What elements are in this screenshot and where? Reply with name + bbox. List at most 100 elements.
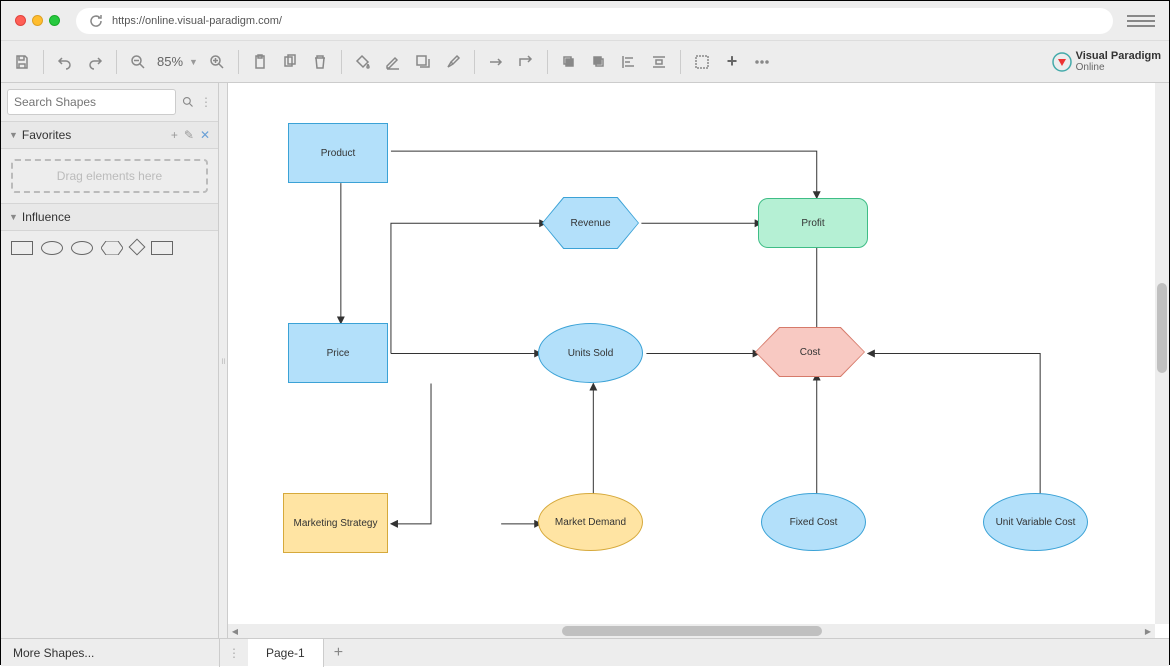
undo-icon (57, 54, 73, 70)
close-window-button[interactable] (15, 15, 26, 26)
connection-style-button[interactable] (483, 49, 509, 75)
zoom-out-button[interactable] (125, 49, 151, 75)
node-units-sold[interactable]: Units Sold (538, 323, 643, 383)
zoom-in-icon (209, 54, 225, 70)
zoom-dropdown-icon[interactable]: ▼ (189, 57, 198, 67)
url-text: https://online.visual-paradigm.com/ (112, 15, 282, 27)
favorites-dropzone[interactable]: Drag elements here (11, 159, 208, 193)
delete-button[interactable] (307, 49, 333, 75)
align-icon (621, 54, 637, 70)
shapes-sidebar: ⋮ ▼ Favorites + ✎ ✕ Drag elements here ▼… (1, 83, 219, 638)
line-color-button[interactable] (380, 49, 406, 75)
back-icon (591, 54, 607, 70)
orthogonal-icon (518, 54, 534, 70)
to-front-button[interactable] (556, 49, 582, 75)
save-button[interactable] (9, 49, 35, 75)
add-favorite-icon[interactable]: + (171, 128, 178, 142)
fill-color-button[interactable] (350, 49, 376, 75)
palette-ellipse[interactable] (41, 241, 63, 255)
shadow-button[interactable] (410, 49, 436, 75)
page-grip-icon[interactable]: ⋮ (220, 646, 248, 660)
trash-icon (312, 54, 328, 70)
bucket-icon (355, 54, 371, 70)
fit-button[interactable] (689, 49, 715, 75)
node-fixed-cost[interactable]: Fixed Cost (761, 493, 866, 551)
node-revenue[interactable]: Revenue (543, 198, 638, 248)
palette-diamond[interactable] (129, 239, 146, 256)
page-tab-1[interactable]: Page-1 (248, 639, 324, 667)
to-back-button[interactable] (586, 49, 612, 75)
waypoint-style-button[interactable] (513, 49, 539, 75)
scroll-left-icon[interactable]: ◀ (228, 624, 242, 638)
window-controls (15, 15, 60, 26)
search-shapes-input[interactable] (7, 89, 176, 115)
paste-button[interactable] (247, 49, 273, 75)
palette-rectangle[interactable] (11, 241, 33, 255)
node-price[interactable]: Price (288, 323, 388, 383)
fit-icon (694, 54, 710, 70)
front-icon (561, 54, 577, 70)
influence-label: Influence (22, 210, 210, 224)
redo-button[interactable] (82, 49, 108, 75)
logo-icon (1052, 52, 1072, 72)
dots-icon (754, 54, 770, 70)
zoom-level[interactable]: 85% (157, 54, 183, 69)
add-page-button[interactable]: + (324, 644, 353, 662)
palette-hexagon[interactable] (101, 241, 123, 255)
brand-logo[interactable]: Visual ParadigmOnline (1052, 50, 1161, 73)
more-shapes-button[interactable]: More Shapes... (1, 646, 219, 660)
node-unit-variable-cost[interactable]: Unit Variable Cost (983, 493, 1088, 551)
influence-panel-header[interactable]: ▼ Influence (1, 203, 218, 231)
node-marketing-strategy[interactable]: Marketing Strategy (283, 493, 388, 553)
more-button[interactable] (749, 49, 775, 75)
zoom-out-icon (130, 54, 146, 70)
favorites-panel-header[interactable]: ▼ Favorites + ✎ ✕ (1, 121, 218, 149)
hamburger-menu-button[interactable] (1127, 10, 1155, 32)
pencil-icon (385, 54, 401, 70)
palette-rect2[interactable] (151, 241, 173, 255)
toolbar: 85% ▼ + Visual ParadigmOnline (1, 41, 1169, 83)
zoom-in-button[interactable] (204, 49, 230, 75)
distribute-button[interactable] (646, 49, 672, 75)
vertical-scrollbar[interactable] (1155, 83, 1169, 624)
footer: More Shapes... ⋮ Page-1 + (1, 638, 1169, 666)
favorites-label: Favorites (22, 128, 167, 142)
node-market-demand[interactable]: Market Demand (538, 493, 643, 551)
copy-button[interactable] (277, 49, 303, 75)
insert-button[interactable]: + (719, 49, 745, 75)
collapse-icon: ▼ (9, 212, 18, 222)
node-profit[interactable]: Profit (758, 198, 868, 248)
minimize-window-button[interactable] (32, 15, 43, 26)
brand-name: Visual Paradigm (1076, 50, 1161, 62)
node-product[interactable]: Product (288, 123, 388, 183)
address-bar[interactable]: https://online.visual-paradigm.com/ (76, 8, 1113, 34)
scroll-right-icon[interactable]: ▶ (1141, 624, 1155, 638)
edit-favorite-icon[interactable]: ✎ (184, 128, 194, 142)
diagram-canvas[interactable]: Product Price Revenue Profit Units Sold … (228, 83, 1155, 624)
arrow-line-icon (488, 54, 504, 70)
node-cost[interactable]: Cost (756, 328, 864, 376)
canvas-area[interactable]: Product Price Revenue Profit Units Sold … (228, 83, 1169, 638)
brush-icon (445, 54, 461, 70)
sidebar-resize-handle[interactable]: ॥ (219, 83, 228, 638)
palette-cloud[interactable] (71, 241, 93, 255)
clipboard-icon (252, 54, 268, 70)
search-icon[interactable] (182, 94, 194, 110)
maximize-window-button[interactable] (49, 15, 60, 26)
sidebar-menu-icon[interactable]: ⋮ (200, 95, 212, 109)
horizontal-scrollbar[interactable]: ◀ ▶ (228, 624, 1155, 638)
close-favorite-icon[interactable]: ✕ (200, 128, 210, 142)
format-painter-button[interactable] (440, 49, 466, 75)
redo-icon (87, 54, 103, 70)
influence-palette (1, 231, 218, 265)
shadow-icon (415, 54, 431, 70)
distribute-icon (651, 54, 667, 70)
align-button[interactable] (616, 49, 642, 75)
copy-icon (282, 54, 298, 70)
browser-chrome: https://online.visual-paradigm.com/ (1, 1, 1169, 41)
save-icon (14, 54, 30, 70)
reload-icon (88, 13, 104, 29)
undo-button[interactable] (52, 49, 78, 75)
collapse-icon: ▼ (9, 130, 18, 140)
brand-sub: Online (1076, 62, 1161, 73)
